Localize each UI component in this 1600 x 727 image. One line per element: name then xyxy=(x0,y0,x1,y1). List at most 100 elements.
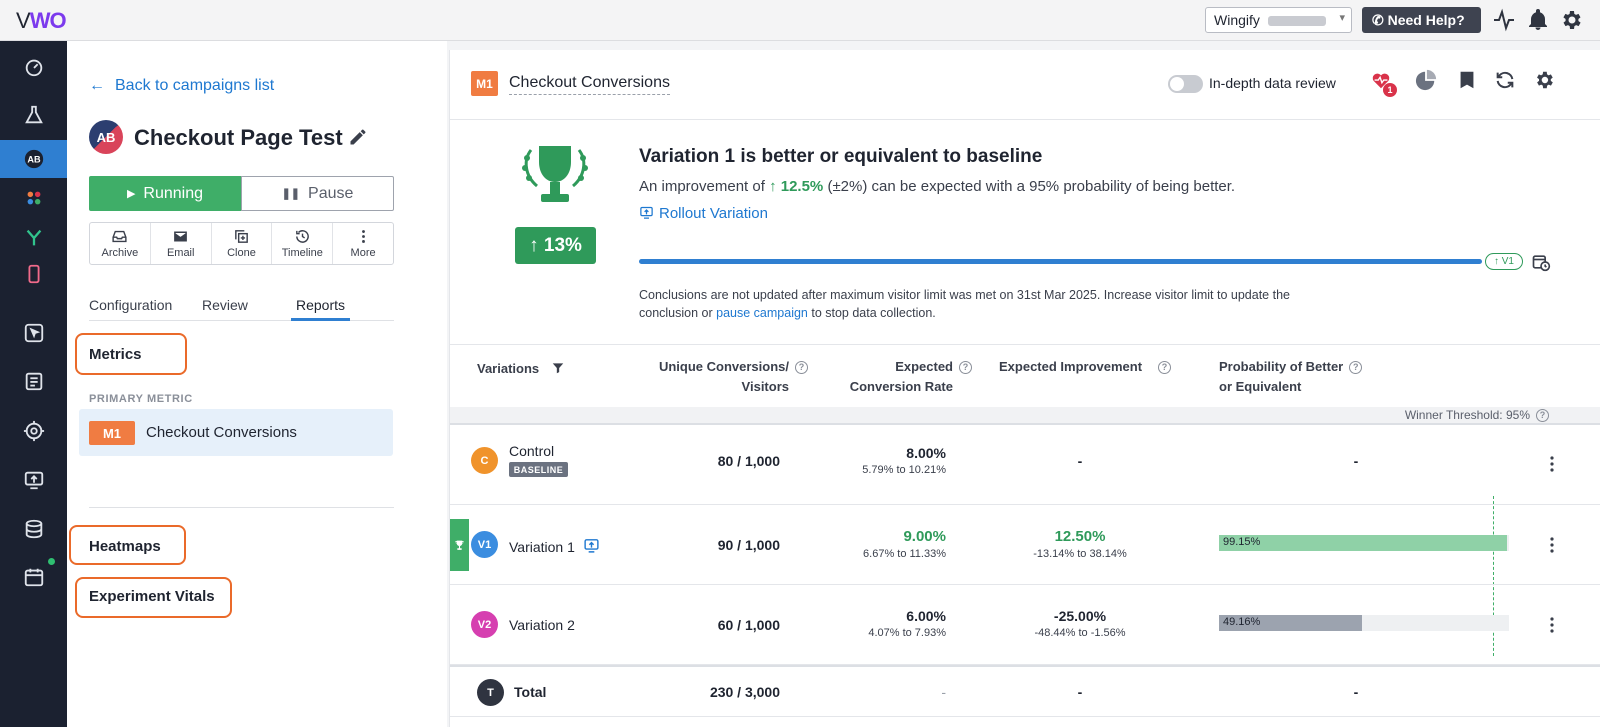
help-icon[interactable]: ? xyxy=(1349,361,1363,374)
clone-button[interactable]: Clone xyxy=(212,223,273,264)
rollout-label: Rollout Variation xyxy=(659,205,768,222)
probability-bar-fill xyxy=(1219,535,1507,551)
probability-value: 99.15% xyxy=(1223,536,1261,548)
help-icon[interactable]: ? xyxy=(959,361,972,374)
total-conversions: 230 / 3,000 xyxy=(709,684,780,700)
gear-icon[interactable] xyxy=(1533,69,1555,91)
deploy-icon[interactable] xyxy=(0,461,67,499)
tab-configuration[interactable]: Configuration xyxy=(89,297,172,313)
pause-campaign-link[interactable]: pause campaign xyxy=(716,306,808,320)
pause-button[interactable]: ❚❚ Pause xyxy=(241,176,394,211)
timeline-button[interactable]: Timeline xyxy=(272,223,334,264)
metrics-heading[interactable]: Metrics xyxy=(89,346,142,363)
table-row[interactable]: V2 Variation 2 60 / 1,000 6.00% 4.07% to… xyxy=(450,585,1600,665)
campaign-actions-bar: Archive Email Clone Timeline More xyxy=(89,222,394,265)
survey-icon[interactable] xyxy=(0,362,67,400)
winner-threshold-bar: Winner Threshold: 95%? xyxy=(450,407,1600,425)
back-to-campaigns-link[interactable]: ← Back to campaigns list xyxy=(89,77,274,95)
conversion-rate-value: 6.00% xyxy=(906,608,946,624)
baseline-tag: BASELINE xyxy=(509,462,568,477)
winner-strip xyxy=(450,519,469,571)
filter-icon[interactable] xyxy=(551,361,565,375)
variation-2-avatar: V2 xyxy=(471,611,498,638)
conversions-value: 90 / 1,000 xyxy=(717,537,780,553)
more-vertical-icon[interactable] xyxy=(1548,536,1556,554)
primary-metric-item[interactable]: M1 Checkout Conversions xyxy=(79,409,393,456)
improvement-header-label: Expected Improvement xyxy=(999,359,1143,374)
probability-bar: 99.15% xyxy=(1219,535,1509,551)
table-row[interactable]: C Control BASELINE 80 / 1,000 8.00% 5.79… xyxy=(450,425,1600,505)
conversions-column-header: Unique Conversions/? Visitors xyxy=(640,357,808,397)
campaign-type-avatar: AB xyxy=(89,120,123,154)
account-name: Wingify xyxy=(1214,12,1260,28)
flask-icon[interactable] xyxy=(0,96,67,134)
in-depth-review-toggle[interactable] xyxy=(1168,75,1203,93)
apps-icon[interactable] xyxy=(0,179,67,217)
cursor-icon[interactable] xyxy=(0,314,67,352)
report-metric-title[interactable]: Checkout Conversions xyxy=(509,74,670,95)
bookmark-icon[interactable] xyxy=(1456,69,1478,91)
pause-label: Pause xyxy=(308,184,354,202)
in-depth-review-label: In-depth data review xyxy=(1209,75,1336,91)
funnel-icon[interactable] xyxy=(0,219,67,257)
rollout-variation-link[interactable]: Rollout Variation xyxy=(639,205,768,222)
more-vertical-icon[interactable] xyxy=(1548,616,1556,634)
arrow-up-icon: ↑ xyxy=(529,234,544,256)
arrow-left-icon: ← xyxy=(89,77,105,94)
rate-header-line1: Expected xyxy=(895,359,953,374)
total-improvement: - xyxy=(1077,684,1083,700)
vwo-logo[interactable]: VWO xyxy=(16,8,67,34)
pencil-icon[interactable] xyxy=(348,127,368,147)
dashboard-icon[interactable] xyxy=(0,48,67,86)
help-icon[interactable]: ? xyxy=(1158,361,1172,374)
trophy-icon xyxy=(522,146,588,202)
probability-header-line2: or Equivalent xyxy=(1219,379,1302,394)
need-help-button[interactable]: ✆ Need Help? xyxy=(1362,7,1481,33)
table-row[interactable]: V1 Variation 1 90 / 1,000 9.00% 6.67% to… xyxy=(450,505,1600,585)
account-selector[interactable]: Wingify ▾ xyxy=(1205,7,1352,33)
improvement-range: -13.14% to 38.14% xyxy=(1033,548,1127,560)
conversion-rate-range: 4.07% to 7.93% xyxy=(868,627,946,639)
tab-review[interactable]: Review xyxy=(202,297,248,313)
database-icon[interactable] xyxy=(0,510,67,548)
conversion-rate-cell: 6.00% 4.07% to 7.93% xyxy=(830,608,946,639)
tab-reports[interactable]: Reports xyxy=(296,297,345,313)
metric-badge: M1 xyxy=(89,421,135,445)
ab-test-icon[interactable]: AB xyxy=(0,140,67,178)
probability-bar: 49.16% xyxy=(1219,615,1509,631)
improvement-value: -25.00% xyxy=(1053,608,1107,624)
help-icon[interactable]: ? xyxy=(795,361,808,374)
running-button[interactable]: ▶ Running xyxy=(89,176,241,211)
variation-name[interactable]: Control xyxy=(509,443,554,459)
conversion-rate-column-header: Expected? Conversion Rate xyxy=(830,357,972,397)
archive-icon xyxy=(112,230,127,243)
target-icon[interactable] xyxy=(0,412,67,450)
more-vertical-icon xyxy=(361,230,365,243)
refresh-icon[interactable] xyxy=(1494,69,1516,91)
calendar-clock-icon[interactable] xyxy=(1531,252,1551,272)
pie-settings-icon[interactable] xyxy=(1415,69,1437,91)
heatmaps-heading[interactable]: Heatmaps xyxy=(89,538,161,555)
conversions-header-line2: Visitors xyxy=(741,379,789,394)
archive-button[interactable]: Archive xyxy=(90,223,151,264)
table-total-row: T Total 230 / 3,000 - - - xyxy=(450,665,1600,717)
more-button[interactable]: More xyxy=(333,223,393,264)
deploy-icon[interactable] xyxy=(583,537,600,554)
mobile-icon[interactable] xyxy=(0,255,67,293)
experiment-vitals-heading[interactable]: Experiment Vitals xyxy=(89,588,215,605)
variation-name[interactable]: Variation 2 xyxy=(509,617,575,633)
chevron-down-icon: ▾ xyxy=(1339,12,1345,24)
phone-icon: ✆ xyxy=(1372,12,1384,28)
more-vertical-icon[interactable] xyxy=(1548,455,1556,473)
gear-icon[interactable] xyxy=(1559,8,1583,32)
arrow-up-icon: ↑ xyxy=(1493,256,1502,267)
improvement-cell: -25.00% -48.44% to -1.56% xyxy=(1010,608,1150,639)
variation-name[interactable]: Variation 1 xyxy=(509,537,600,555)
help-icon[interactable]: ? xyxy=(1536,409,1549,422)
calendar-icon[interactable] xyxy=(0,558,67,596)
report-header: M1 Checkout Conversions In-depth data re… xyxy=(450,50,1600,120)
archive-label: Archive xyxy=(101,247,139,259)
bell-icon[interactable] xyxy=(1526,8,1550,32)
email-button[interactable]: Email xyxy=(151,223,212,264)
activity-icon[interactable] xyxy=(1492,8,1516,32)
